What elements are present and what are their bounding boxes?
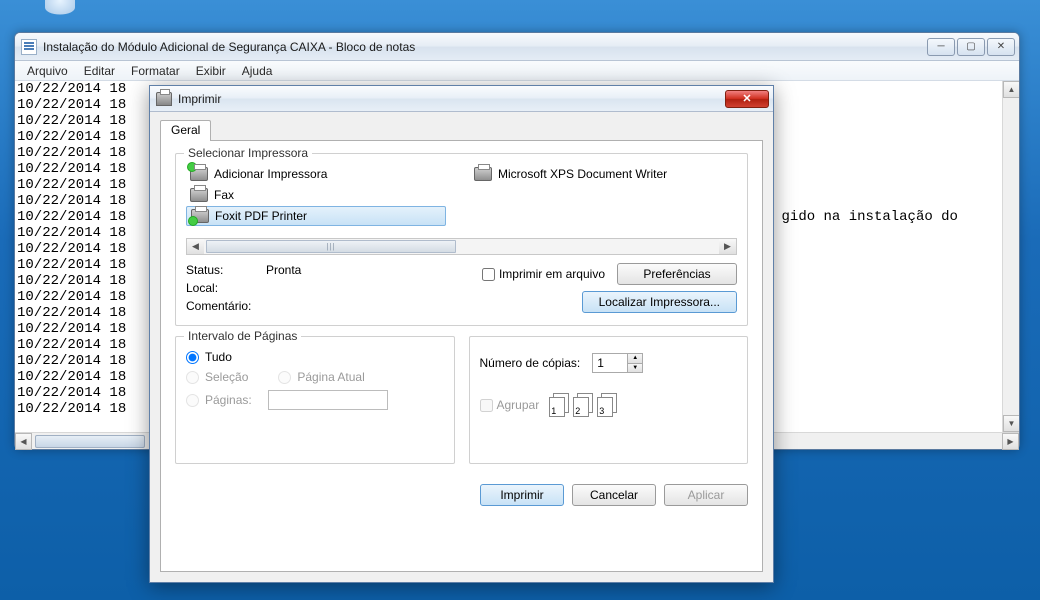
radio-pages (186, 394, 199, 407)
scroll-left-button[interactable]: ◀ (187, 239, 204, 254)
close-button[interactable]: ✕ (725, 90, 769, 108)
print-to-file-checkbox[interactable]: Imprimir em arquivo (482, 267, 605, 281)
menu-file[interactable]: Arquivo (19, 62, 76, 80)
pages-input[interactable] (268, 390, 388, 410)
printer-list-scrollbar[interactable]: ◀ ▶ (186, 238, 737, 255)
preferences-button[interactable]: Preferências (617, 263, 737, 285)
printer-xps[interactable]: Microsoft XPS Document Writer (470, 164, 730, 184)
group-title: Intervalo de Páginas (184, 329, 301, 343)
radio-all[interactable] (186, 351, 199, 364)
printer-list[interactable]: Adicionar Impressora Fax Foxit PDF Print… (186, 164, 737, 234)
copies-input[interactable] (593, 354, 627, 372)
collate-input (480, 399, 493, 412)
spinner-down[interactable]: ▼ (628, 364, 642, 373)
printer-add[interactable]: Adicionar Impressora (186, 164, 446, 184)
radio-all-row[interactable]: Tudo (186, 350, 444, 364)
group-copies: Número de cópias: ▲ ▼ Agrupar (469, 336, 749, 464)
scroll-right-button[interactable]: ▶ (1002, 433, 1019, 450)
printer-icon (190, 188, 208, 202)
maximize-button[interactable]: ▢ (957, 38, 985, 56)
printer-status-block: Status:Pronta Local: Comentário: (186, 263, 452, 317)
menu-format[interactable]: Formatar (123, 62, 188, 80)
print-dialog-title: Imprimir (178, 92, 725, 106)
printer-label: Foxit PDF Printer (215, 209, 307, 223)
vertical-scrollbar[interactable]: ▲ ▼ (1002, 81, 1019, 432)
cancel-button[interactable]: Cancelar (572, 484, 656, 506)
printer-foxit[interactable]: Foxit PDF Printer (186, 206, 446, 226)
notepad-titlebar[interactable]: Instalação do Módulo Adicional de Segura… (15, 33, 1019, 61)
print-button[interactable]: Imprimir (480, 484, 564, 506)
radio-current-row: Página Atual (278, 370, 364, 384)
copies-label: Número de cópias: (480, 356, 581, 370)
printer-icon (156, 92, 172, 106)
print-to-file-input[interactable] (482, 268, 495, 281)
radio-pages-row: Páginas: (186, 390, 444, 410)
scroll-thumb[interactable] (35, 435, 145, 448)
find-printer-button[interactable]: Localizar Impressora... (582, 291, 737, 313)
status-label: Status: (186, 263, 266, 277)
local-label: Local: (186, 281, 266, 295)
scroll-thumb[interactable] (206, 240, 456, 253)
print-titlebar[interactable]: Imprimir ✕ (150, 86, 773, 112)
status-value: Pronta (266, 263, 301, 277)
menu-edit[interactable]: Editar (76, 62, 123, 80)
printer-icon (191, 209, 209, 223)
group-page-range: Intervalo de Páginas Tudo Seleção Página… (175, 336, 455, 464)
scroll-left-button[interactable]: ◀ (15, 433, 32, 450)
collate-icon: 11 22 33 (549, 393, 617, 417)
printer-label: Adicionar Impressora (214, 167, 327, 181)
group-select-printer: Selecionar Impressora Adicionar Impresso… (175, 153, 748, 326)
radio-selection-row: Seleção (186, 370, 248, 384)
radio-selection (186, 371, 199, 384)
scroll-right-button[interactable]: ▶ (719, 239, 736, 254)
print-dialog: Imprimir ✕ Geral Selecionar Impressora A… (149, 85, 774, 583)
radio-current (278, 371, 291, 384)
copies-spinner[interactable]: ▲ ▼ (592, 353, 643, 373)
printer-icon (474, 167, 492, 181)
notepad-title: Instalação do Módulo Adicional de Segura… (43, 40, 925, 54)
close-button[interactable]: ✕ (987, 38, 1015, 56)
menu-view[interactable]: Exibir (188, 62, 234, 80)
add-printer-icon (190, 167, 208, 181)
scroll-up-button[interactable]: ▲ (1003, 81, 1019, 98)
spinner-up[interactable]: ▲ (628, 354, 642, 364)
collate-checkbox: Agrupar (480, 398, 540, 412)
notepad-menubar: Arquivo Editar Formatar Exibir Ajuda (15, 61, 1019, 81)
desktop-icon (45, 0, 75, 15)
notepad-icon (21, 39, 37, 55)
comment-label: Comentário: (186, 299, 266, 313)
printer-label: Fax (214, 188, 234, 202)
apply-button: Aplicar (664, 484, 748, 506)
group-title: Selecionar Impressora (184, 146, 312, 160)
printer-fax[interactable]: Fax (186, 185, 446, 205)
minimize-button[interactable]: ─ (927, 38, 955, 56)
tab-general[interactable]: Geral (160, 120, 211, 141)
tabpanel-general: Selecionar Impressora Adicionar Impresso… (160, 140, 763, 572)
printer-label: Microsoft XPS Document Writer (498, 167, 667, 181)
menu-help[interactable]: Ajuda (234, 62, 281, 80)
tabstrip: Geral (160, 118, 763, 140)
scroll-down-button[interactable]: ▼ (1003, 415, 1019, 432)
dialog-footer: Imprimir Cancelar Aplicar (175, 484, 748, 506)
